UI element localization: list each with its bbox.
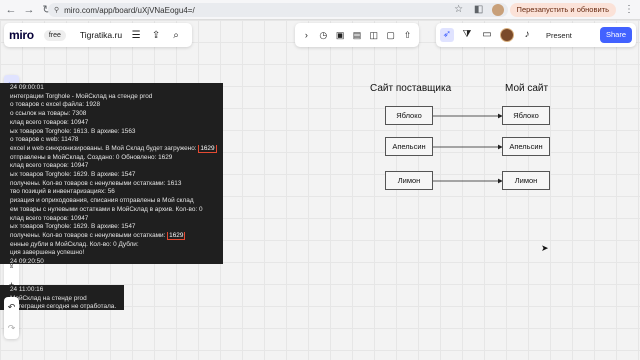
my-site-item-apple[interactable]: Яблоко (502, 106, 550, 125)
my-site-item-lemon[interactable]: Лимон (502, 171, 550, 190)
mouse-cursor-icon: ➤ (541, 243, 549, 253)
supplier-item-orange[interactable]: Апельсин (385, 137, 433, 156)
my-site-item-orange[interactable]: Апельсин (502, 137, 550, 156)
supplier-item-lemon[interactable]: Лимон (385, 171, 433, 190)
supplier-item-apple[interactable]: Яблоко (385, 106, 433, 125)
